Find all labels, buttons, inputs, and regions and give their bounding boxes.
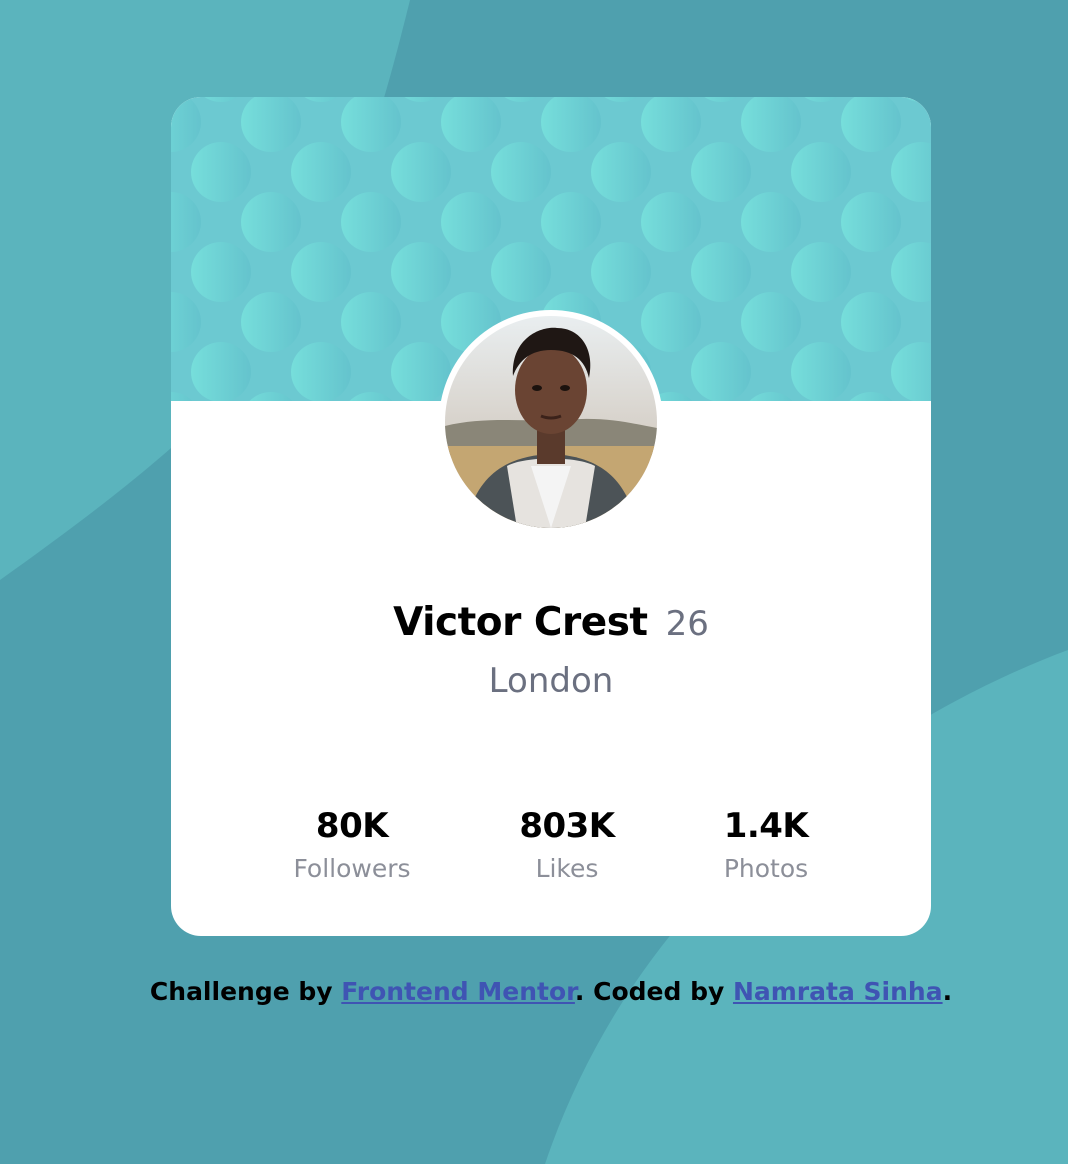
stat-label: Followers (293, 854, 411, 883)
profile-name: Victor Crest (393, 600, 648, 645)
stat-photos: 1.4K Photos (656, 806, 876, 883)
profile-age: 26 (665, 604, 709, 644)
stat-value: 803K (519, 806, 615, 846)
avatar-photo-icon (445, 316, 657, 528)
avatar (445, 316, 657, 528)
frontend-mentor-link[interactable]: Frontend Mentor (341, 977, 575, 1006)
stat-followers: 80K Followers (242, 806, 462, 883)
profile-location: London (488, 661, 614, 701)
stat-value: 80K (315, 806, 389, 846)
name-row: Victor Crest 26 (0, 600, 1068, 645)
footer-suffix: . (942, 977, 953, 1006)
footer-prefix: Challenge by (149, 977, 342, 1006)
attribution-footer: Challenge by Frontend Mentor. Coded by N… (0, 977, 1068, 1006)
footer-middle: . Coded by (574, 977, 733, 1006)
stat-label: Photos (723, 854, 809, 883)
stat-label: Likes (535, 854, 599, 883)
stat-value: 1.4K (723, 806, 809, 846)
author-link[interactable]: Namrata Sinha (733, 977, 943, 1006)
stat-likes: 803K Likes (457, 806, 677, 883)
